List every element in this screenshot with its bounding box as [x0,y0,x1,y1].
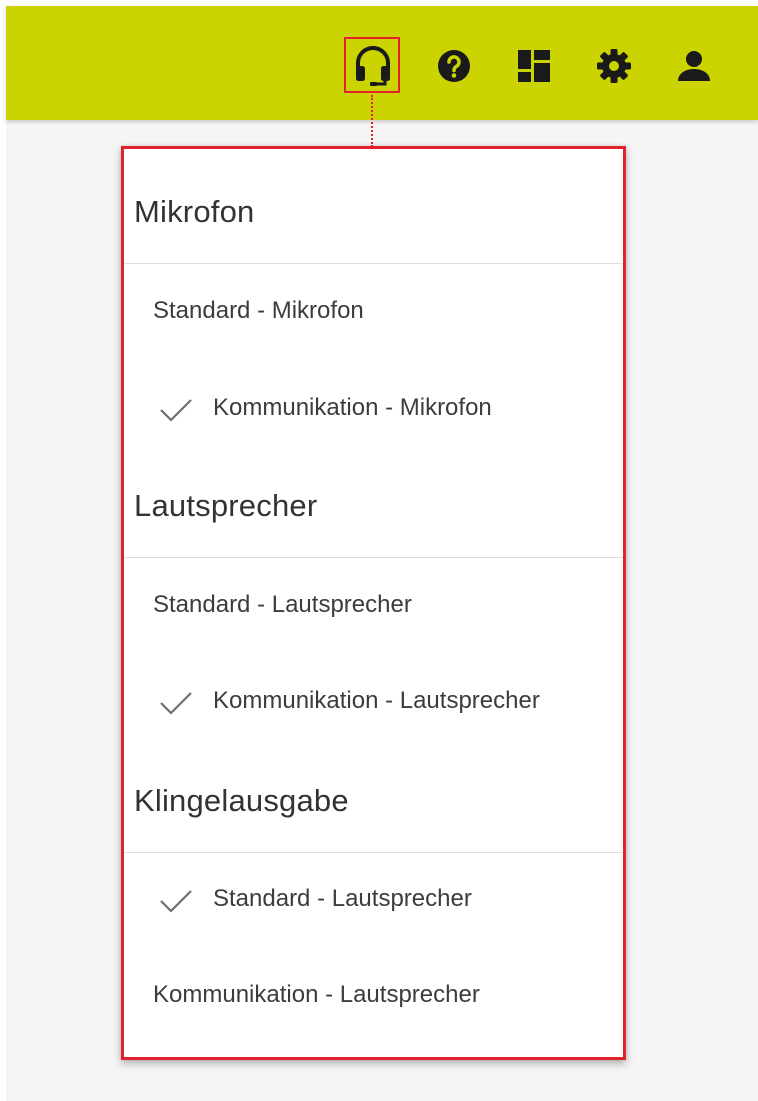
help-button[interactable] [426,38,482,94]
option-standard-ringtone-speaker[interactable]: Standard - Lautsprecher [124,870,623,930]
settings-button[interactable] [586,38,642,94]
checkmark-icon [159,397,193,428]
gear-icon [596,48,632,84]
headset-icon [353,44,393,88]
option-communication-microphone[interactable]: Kommunikation - Mikrofon [124,379,623,439]
section-divider [124,557,623,558]
audio-devices-button[interactable] [344,37,402,95]
section-title-speaker: Lautsprecher [134,488,318,523]
option-label: Standard - Lautsprecher [153,591,412,618]
audio-devices-dropdown: Mikrofon Standard - Mikrofon Kommunikati… [121,146,626,1060]
section-title-microphone: Mikrofon [134,194,255,229]
user-account-button[interactable] [666,38,722,94]
user-icon [677,49,711,83]
option-label: Kommunikation - Lautsprecher [153,981,480,1008]
option-label: Standard - Mikrofon [153,297,364,324]
section-divider [124,852,623,853]
option-label: Kommunikation - Lautsprecher [213,687,540,714]
option-standard-speaker[interactable]: Standard - Lautsprecher [124,576,623,636]
option-communication-speaker[interactable]: Kommunikation - Lautsprecher [124,672,623,732]
help-icon [437,49,471,83]
checkmark-icon [159,690,193,721]
section-divider [124,263,623,264]
highlight-connector-line [371,95,373,147]
dashboard-icon [517,49,551,83]
option-communication-ringtone-speaker[interactable]: Kommunikation - Lautsprecher [124,966,623,1026]
option-standard-microphone[interactable]: Standard - Mikrofon [124,282,623,342]
dashboard-button[interactable] [506,38,562,94]
section-title-ringtone-output: Klingelausgabe [134,783,349,818]
option-label: Kommunikation - Mikrofon [213,394,492,421]
checkmark-icon [159,888,193,919]
option-label: Standard - Lautsprecher [213,885,472,912]
